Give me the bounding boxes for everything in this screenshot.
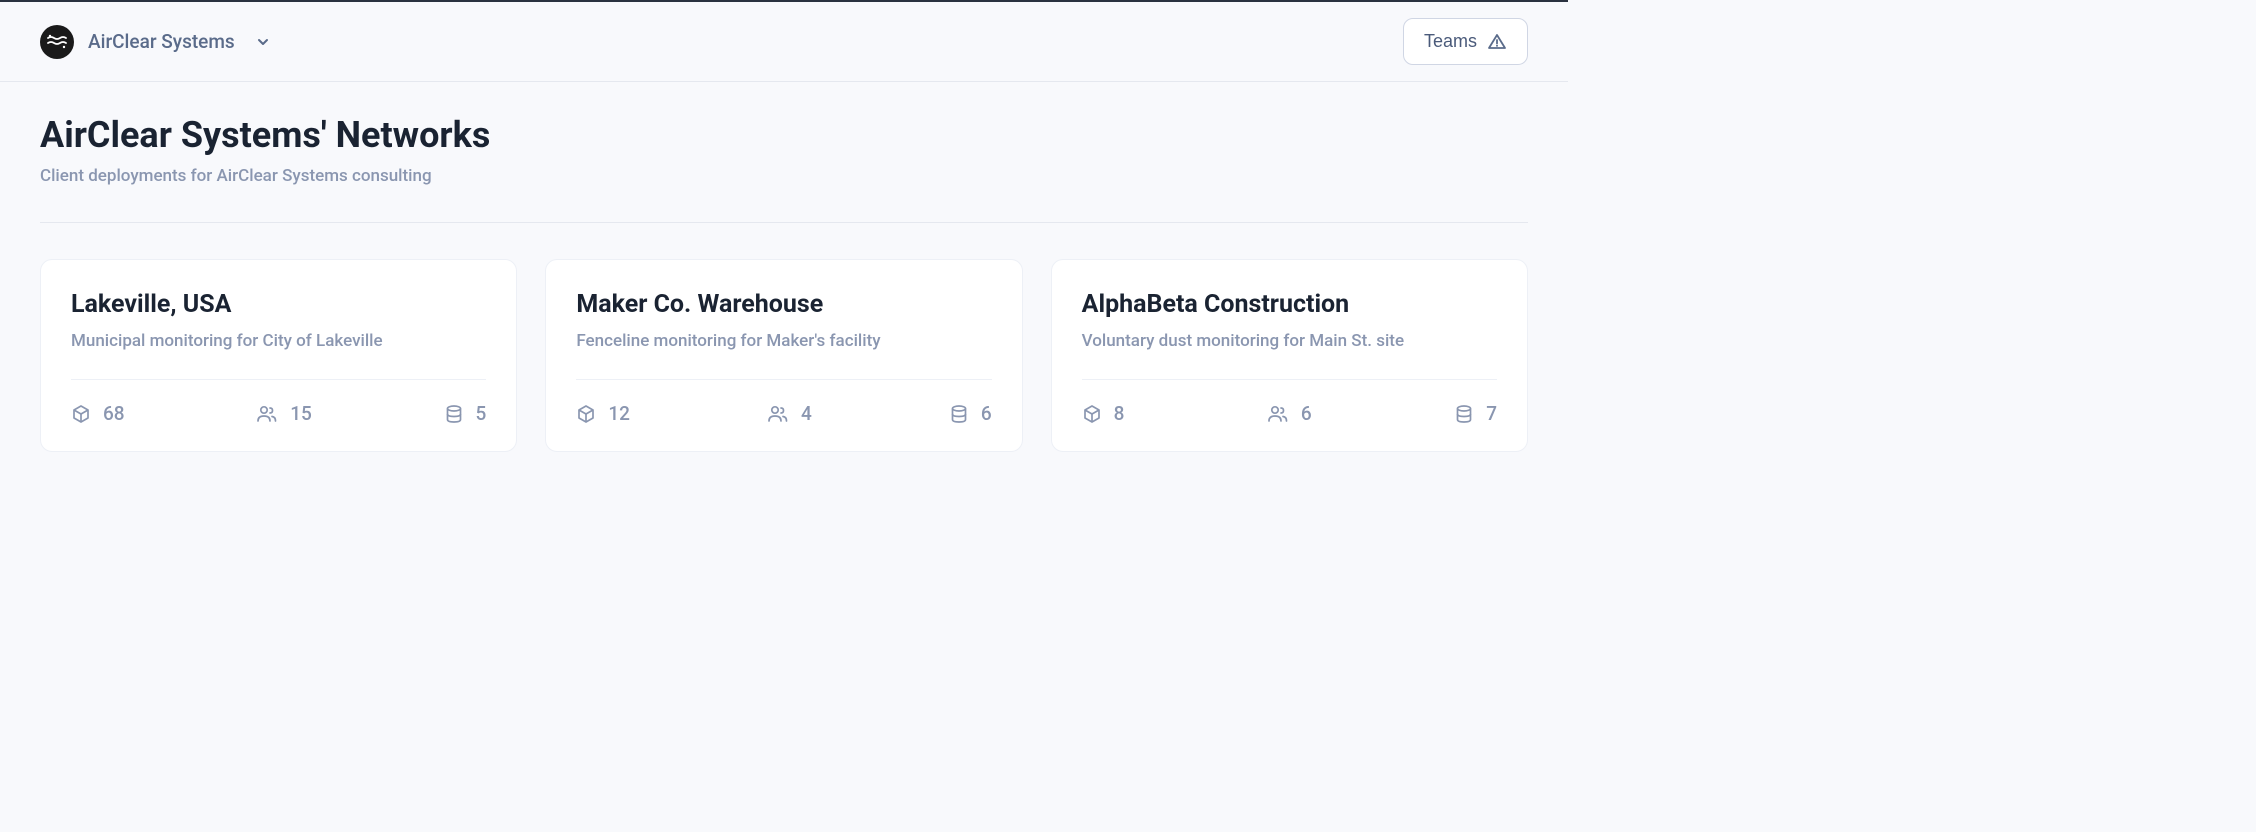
stat-value: 6: [981, 402, 992, 425]
stat-value: 6: [1301, 402, 1312, 425]
stat-value: 15: [290, 402, 312, 425]
card-description: Voluntary dust monitoring for Main St. s…: [1082, 331, 1497, 351]
card-title: Lakeville, USA: [71, 290, 486, 319]
org-logo: [40, 25, 74, 59]
warning-icon: [1487, 32, 1507, 52]
page-subtitle: Client deployments for AirClear Systems …: [40, 166, 1528, 186]
org-name-label: AirClear Systems: [88, 30, 235, 53]
stat-users: 4: [767, 402, 812, 425]
cube-icon: [71, 404, 91, 424]
stat-users: 15: [256, 402, 312, 425]
stat-value: 5: [476, 402, 487, 425]
teams-button-label: Teams: [1424, 31, 1477, 52]
card-description: Municipal monitoring for City of Lakevil…: [71, 331, 486, 351]
chevron-down-icon: [255, 34, 271, 50]
stat-users: 6: [1267, 402, 1312, 425]
stat-value: 8: [1114, 402, 1125, 425]
network-card[interactable]: Lakeville, USA Municipal monitoring for …: [40, 259, 517, 452]
card-divider: [71, 379, 486, 380]
database-icon: [1454, 404, 1474, 424]
network-card[interactable]: Maker Co. Warehouse Fenceline monitoring…: [545, 259, 1022, 452]
card-description: Fenceline monitoring for Maker's facilit…: [576, 331, 991, 351]
card-stats: 68 15: [71, 402, 486, 425]
users-icon: [767, 404, 789, 424]
section-divider: [40, 222, 1528, 223]
page-title: AirClear Systems' Networks: [40, 114, 1528, 156]
database-icon: [444, 404, 464, 424]
stat-value: 68: [103, 402, 125, 425]
org-selector[interactable]: AirClear Systems: [40, 25, 271, 59]
card-divider: [576, 379, 991, 380]
card-title: Maker Co. Warehouse: [576, 290, 991, 319]
cube-icon: [576, 404, 596, 424]
app-header: AirClear Systems Teams: [0, 2, 1568, 82]
stat-value: 7: [1486, 402, 1497, 425]
network-cards-grid: Lakeville, USA Municipal monitoring for …: [40, 259, 1528, 452]
cube-icon: [1082, 404, 1102, 424]
stat-devices: 12: [576, 402, 630, 425]
stat-databases: 7: [1454, 402, 1497, 425]
stat-databases: 5: [444, 402, 487, 425]
card-stats: 12 4: [576, 402, 991, 425]
database-icon: [949, 404, 969, 424]
card-stats: 8 6: [1082, 402, 1497, 425]
card-title: AlphaBeta Construction: [1082, 290, 1497, 319]
stat-devices: 8: [1082, 402, 1125, 425]
users-icon: [1267, 404, 1289, 424]
stat-databases: 6: [949, 402, 992, 425]
stat-value: 4: [801, 402, 812, 425]
users-icon: [256, 404, 278, 424]
network-card[interactable]: AlphaBeta Construction Voluntary dust mo…: [1051, 259, 1528, 452]
main-content: AirClear Systems' Networks Client deploy…: [0, 82, 1568, 484]
card-divider: [1082, 379, 1497, 380]
stat-devices: 68: [71, 402, 125, 425]
stat-value: 12: [608, 402, 630, 425]
teams-button[interactable]: Teams: [1403, 18, 1528, 65]
